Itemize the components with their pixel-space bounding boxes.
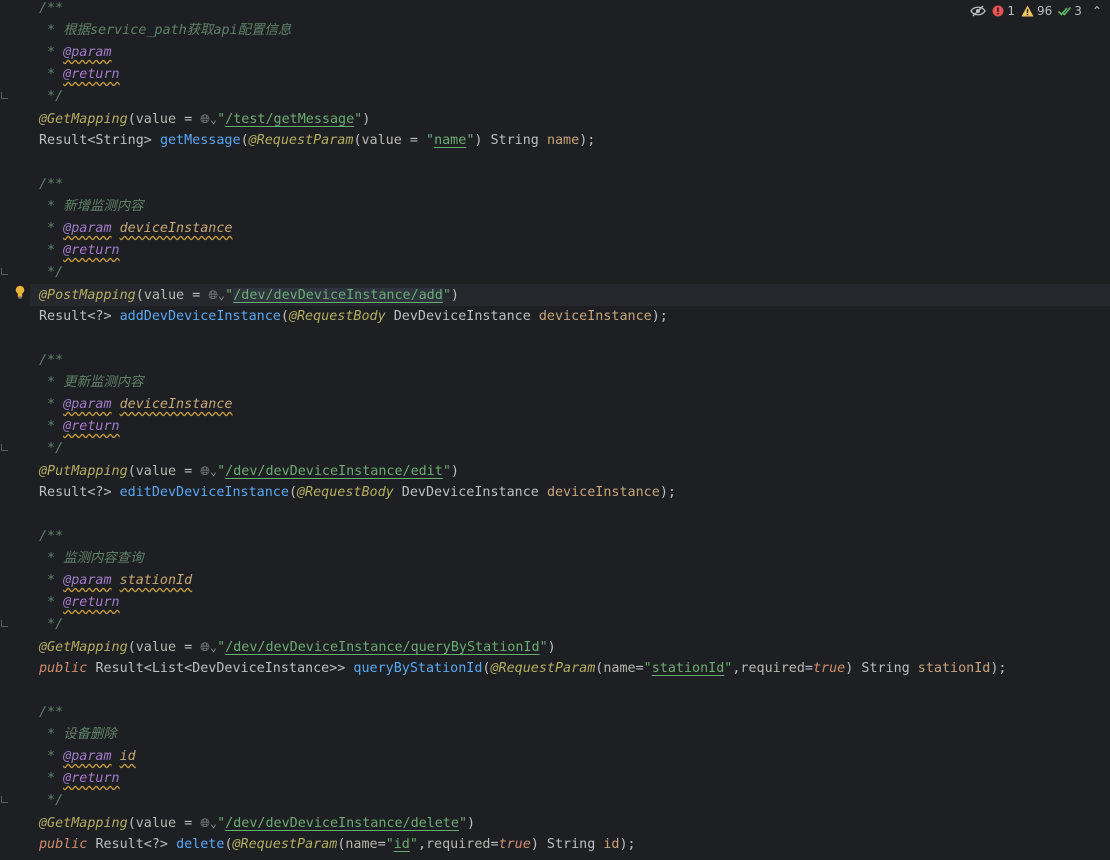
ok-count-label: 3 — [1074, 4, 1082, 18]
lightbulb-icon[interactable] — [14, 285, 26, 299]
error-count[interactable]: 1 — [992, 4, 1015, 18]
doc-comment-start[interactable]: /** — [39, 702, 63, 724]
doc-comment-start[interactable]: /** — [39, 0, 63, 20]
warning-count-label: 96 — [1037, 4, 1053, 18]
warning-icon — [1021, 5, 1034, 17]
reader-mode-eye-icon[interactable] — [970, 4, 987, 18]
mapping-annotation-line[interactable]: @GetMapping(value = 🌐︎⌄"/dev/devDeviceIn… — [39, 636, 556, 658]
doc-comment-description[interactable]: * 监测内容查询 — [39, 548, 143, 570]
method-signature-line[interactable]: Result<?> addDevDeviceInstance(@RequestB… — [39, 306, 668, 328]
doc-comment-description[interactable]: * 更新监测内容 — [39, 372, 143, 394]
doc-comment-start[interactable]: /** — [39, 526, 63, 548]
mapping-annotation-line[interactable]: @PutMapping(value = 🌐︎⌄"/dev/devDeviceIn… — [39, 460, 459, 482]
web-endpoint-globe-icon[interactable]: 🌐︎⌄ — [200, 812, 217, 834]
doc-comment-start[interactable]: /** — [39, 174, 63, 196]
fold-marker[interactable] — [1, 268, 8, 275]
doc-param-line[interactable]: * @param id — [39, 746, 136, 768]
mapping-annotation-line[interactable]: @GetMapping(value = 🌐︎⌄"/test/getMessage… — [39, 108, 370, 130]
warning-count[interactable]: 96 — [1021, 4, 1052, 18]
doc-return-line[interactable]: * @return — [39, 64, 120, 86]
inspection-status-widget[interactable]: 1 96 3 ⌃ — [942, 0, 1102, 22]
doc-return-line[interactable]: * @return — [39, 768, 120, 790]
doc-return-line[interactable]: * @return — [39, 240, 120, 262]
double-check-icon — [1058, 6, 1072, 16]
method-signature-line[interactable]: public Result<List<DevDeviceInstance>> q… — [39, 658, 1006, 680]
ok-count[interactable]: 3 — [1058, 4, 1082, 18]
code-editor[interactable]: 1 96 3 ⌃ /** * 根据service_path获取api配置信息 *… — [0, 0, 1110, 860]
doc-comment-end[interactable]: */ — [39, 614, 63, 636]
doc-param-line[interactable]: * @param stationId — [39, 570, 192, 592]
web-endpoint-globe-icon[interactable]: 🌐︎⌄ — [200, 636, 217, 658]
doc-comment-end[interactable]: */ — [39, 262, 63, 284]
doc-param-line[interactable]: * @param — [39, 42, 112, 64]
chevron-up-icon[interactable]: ⌃ — [1092, 4, 1102, 18]
web-endpoint-globe-icon[interactable]: 🌐︎⌄ — [200, 108, 217, 130]
doc-param-line[interactable]: * @param deviceInstance — [39, 218, 232, 240]
fold-marker[interactable] — [1, 92, 8, 99]
error-icon — [992, 5, 1004, 17]
mapping-annotation-line[interactable]: @GetMapping(value = 🌐︎⌄"/dev/devDeviceIn… — [39, 812, 475, 834]
doc-comment-description[interactable]: * 设备删除 — [39, 724, 117, 746]
error-count-label: 1 — [1007, 4, 1016, 18]
method-signature-line[interactable]: Result<?> editDevDeviceInstance(@Request… — [39, 482, 676, 504]
doc-param-line[interactable]: * @param deviceInstance — [39, 394, 232, 416]
method-signature-line[interactable]: Result<String> getMessage(@RequestParam(… — [39, 130, 595, 152]
doc-return-line[interactable]: * @return — [39, 592, 120, 614]
editor-gutter[interactable] — [0, 0, 30, 860]
doc-return-line[interactable]: * @return — [39, 416, 120, 438]
web-endpoint-globe-icon[interactable]: 🌐︎⌄ — [208, 284, 225, 306]
doc-comment-end[interactable]: */ — [39, 790, 63, 812]
fold-marker[interactable] — [1, 796, 8, 803]
method-signature-line[interactable]: public Result<?> delete(@RequestParam(na… — [39, 834, 636, 856]
fold-marker[interactable] — [1, 620, 8, 627]
doc-comment-end[interactable]: */ — [39, 438, 63, 460]
doc-comment-start[interactable]: /** — [39, 350, 63, 372]
fold-marker[interactable] — [1, 444, 8, 451]
doc-comment-description[interactable]: * 新增监测内容 — [39, 196, 143, 218]
doc-comment-description[interactable]: * 根据service_path获取api配置信息 — [39, 20, 291, 42]
doc-comment-end[interactable]: */ — [39, 86, 63, 108]
web-endpoint-globe-icon[interactable]: 🌐︎⌄ — [200, 460, 217, 482]
mapping-annotation-line[interactable]: @PostMapping(value = 🌐︎⌄"/dev/devDeviceI… — [39, 284, 459, 306]
